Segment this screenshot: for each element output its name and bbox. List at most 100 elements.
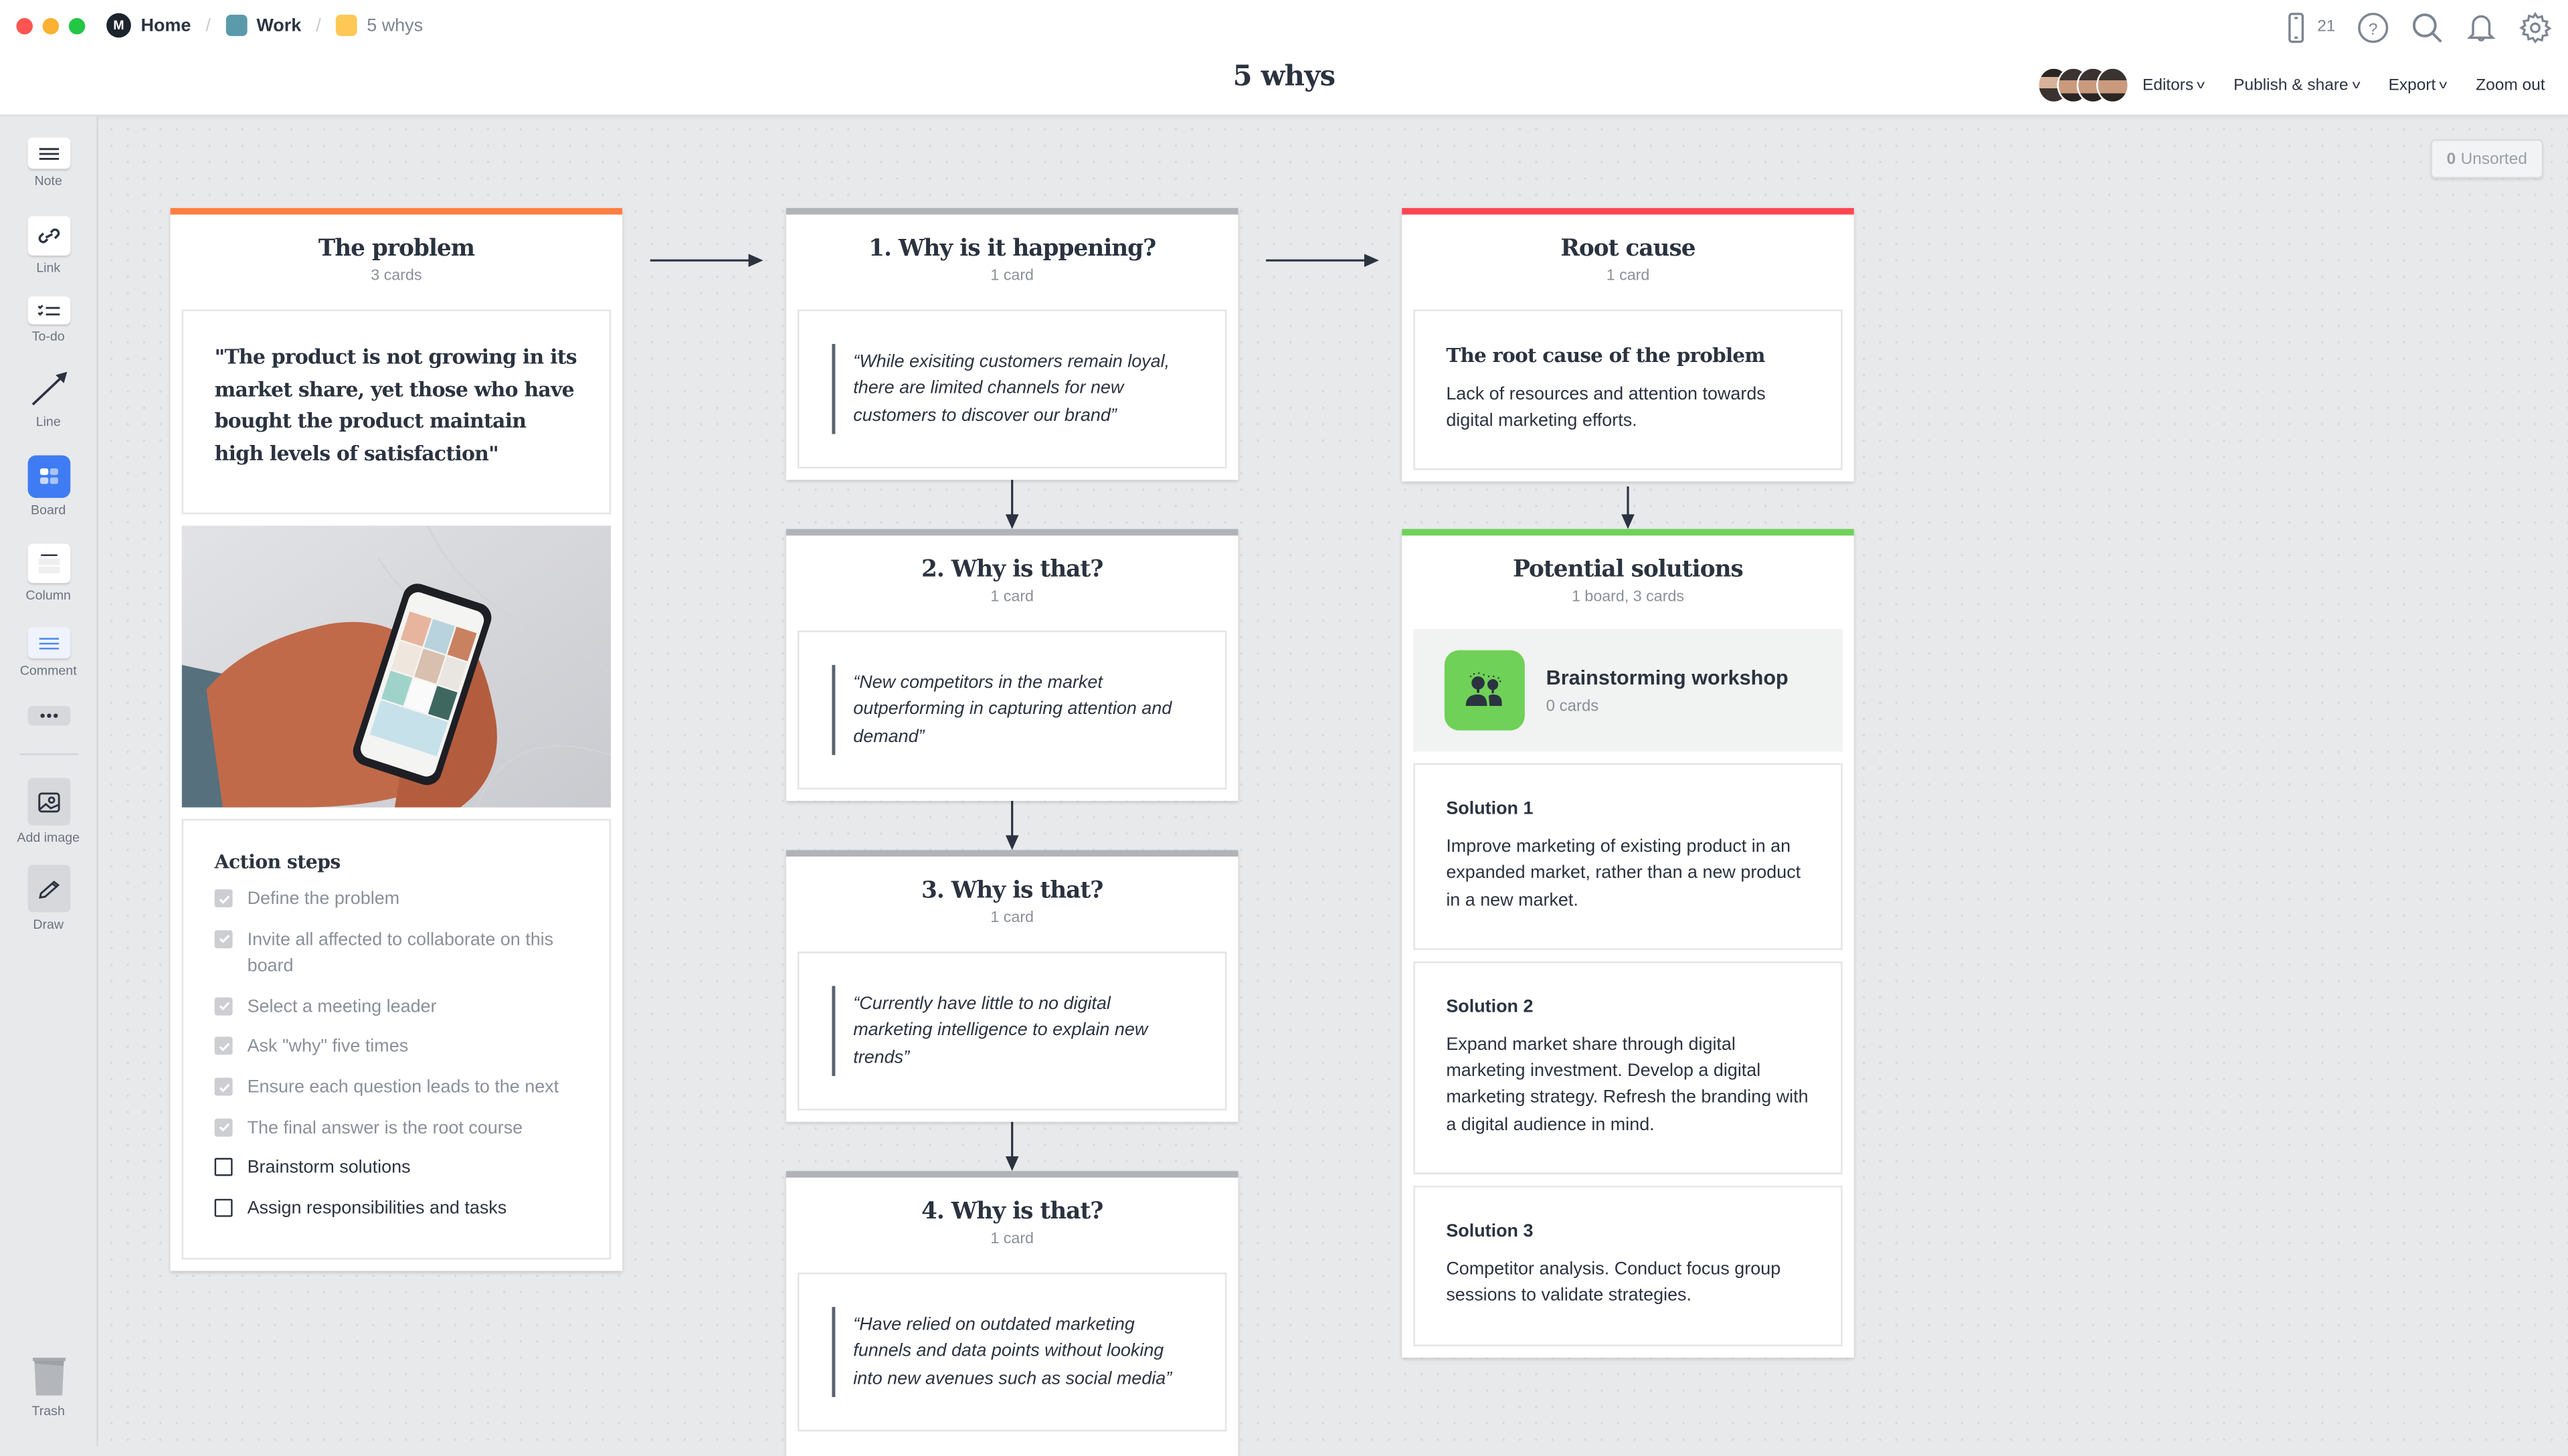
why-answer-card[interactable]: “Currently have little to no digital mar… [798, 951, 1227, 1111]
maximize-window-button[interactable] [68, 17, 86, 35]
tool-add-image-label: Add image [17, 830, 80, 846]
milanote-logo-icon: M [106, 13, 131, 38]
editors-dropdown[interactable]: Editors v [2142, 76, 2205, 94]
connector-arrow[interactable] [1002, 1115, 1022, 1174]
why-answer-card[interactable]: “While exisiting customers remain loyal,… [798, 309, 1227, 468]
tool-comment[interactable]: Comment [0, 627, 96, 678]
connector-arrow[interactable] [1618, 486, 1637, 533]
unsorted-label: Unsorted [2460, 149, 2527, 168]
gear-icon[interactable] [2517, 10, 2551, 44]
checkbox-checked-icon[interactable] [214, 930, 233, 949]
brainstorming-board-card[interactable]: Brainstorming workshop 0 cards [1413, 628, 1843, 752]
search-icon[interactable] [2409, 10, 2444, 44]
zoom-out-button[interactable]: Zoom out [2476, 76, 2545, 94]
phone-icon[interactable] [2280, 10, 2314, 44]
column-why-2[interactable]: 2. Why is that? 1 card “New competitors in… [786, 529, 1239, 801]
connector-arrow[interactable] [1002, 473, 1022, 532]
column-title[interactable]: Potential solutions [1402, 557, 1854, 583]
column-title[interactable]: 1. Why is it happening? [786, 236, 1239, 262]
link-icon [27, 216, 70, 256]
todo-item[interactable]: Brainstorm solutions [214, 1155, 578, 1182]
help-icon[interactable]: ? [2355, 10, 2389, 44]
todo-item[interactable]: Select a meeting leader [214, 994, 578, 1020]
tool-trash[interactable]: Trash [0, 1356, 96, 1419]
export-dropdown[interactable]: Export v [2388, 76, 2448, 94]
unsorted-button[interactable]: 0 Unsorted [2430, 139, 2544, 179]
checkbox-unchecked-icon[interactable] [214, 1158, 233, 1177]
todo-item[interactable]: The final answer is the root course [214, 1115, 578, 1142]
tool-add-image[interactable]: Add image [0, 778, 96, 845]
column-potential-solutions[interactable]: Potential solutions 1 board, 3 cards Bra… [1402, 529, 1854, 1358]
column-title[interactable]: 3. Why is that? [786, 878, 1239, 904]
tool-board[interactable]: Board [0, 455, 96, 517]
column-title[interactable]: 4. Why is that? [786, 1199, 1239, 1225]
column-why-4[interactable]: 4. Why is that? 1 card “Have relied on out… [786, 1171, 1239, 1456]
tool-link[interactable]: Link [0, 216, 96, 275]
minimize-window-button[interactable] [42, 17, 60, 35]
tool-note-label: Note [34, 173, 62, 189]
svg-text:?: ? [2368, 19, 2377, 37]
todo-item[interactable]: Ask "why" five times [214, 1034, 578, 1061]
todo-item[interactable]: Ensure each question leads to the next [214, 1075, 578, 1101]
checkbox-checked-icon[interactable] [214, 890, 233, 908]
checkbox-checked-icon[interactable] [214, 997, 233, 1016]
line-icon [27, 367, 70, 410]
solution-card[interactable]: Solution 1 Improve marketing of existing … [1413, 763, 1843, 950]
header-actions: Editors v Publish & share v Export v Zoo… [2037, 67, 2545, 104]
checkbox-checked-icon[interactable] [214, 1037, 233, 1056]
device-count: 21 [2317, 17, 2336, 36]
why-answer-card[interactable]: “Have relied on outdated marketing funne… [798, 1272, 1227, 1432]
tool-todo-label: To-do [31, 329, 65, 345]
column-count: 1 card [990, 1230, 1034, 1249]
breadcrumb-work[interactable]: Work [225, 15, 301, 36]
column-icon [27, 543, 70, 583]
tool-column[interactable]: Column [0, 543, 96, 603]
connector-arrow[interactable] [1265, 250, 1382, 270]
connector-arrow[interactable] [648, 250, 766, 270]
editor-avatars[interactable] [2037, 67, 2130, 104]
bell-icon[interactable] [2463, 10, 2497, 44]
connector-arrow[interactable] [1002, 794, 1022, 853]
chevron-down-icon: v [2439, 79, 2448, 91]
why-answer-card[interactable]: “New competitors in the market outperfor… [798, 630, 1227, 790]
problem-statement-card[interactable]: "The product is not growing in its marke… [181, 309, 611, 515]
solution-card[interactable]: Solution 2 Expand market share through di… [1413, 961, 1843, 1175]
todo-item[interactable]: Assign responsibilities and tasks [214, 1195, 578, 1222]
column-title[interactable]: The problem [171, 236, 623, 262]
column-root-cause[interactable]: Root cause 1 card The root cause of the … [1402, 207, 1854, 481]
close-window-button[interactable] [16, 17, 33, 35]
tool-note[interactable]: Note [0, 137, 96, 189]
column-problem[interactable]: The problem 3 cards "The product is not … [170, 207, 623, 1272]
publish-share-dropdown[interactable]: Publish & share v [2233, 76, 2360, 94]
breadcrumb-home[interactable]: M Home [106, 13, 191, 38]
board-count: 0 cards [1546, 697, 1599, 715]
chevron-down-icon: v [2197, 79, 2205, 91]
checkbox-checked-icon[interactable] [214, 1077, 233, 1096]
solution-title: Solution 2 [1446, 997, 1534, 1017]
column-title[interactable]: 2. Why is that? [786, 557, 1239, 583]
solution-card[interactable]: Solution 3 Competitor analysis. Conduct f… [1413, 1186, 1843, 1346]
column-why-1[interactable]: 1. Why is it happening? 1 card “While exis… [786, 207, 1239, 480]
export-label: Export [2388, 76, 2436, 94]
why-answer-quote: “Currently have little to no digital mar… [832, 986, 1192, 1076]
note-icon [27, 137, 70, 169]
breadcrumb-current-label: 5 whys [367, 15, 424, 35]
tool-line[interactable]: Line [0, 367, 96, 429]
trash-icon [27, 1356, 70, 1399]
tool-more[interactable] [0, 705, 96, 731]
breadcrumb-current[interactable]: 5 whys [335, 15, 424, 36]
checkbox-checked-icon[interactable] [214, 1117, 233, 1136]
phone-photo-image[interactable] [181, 526, 611, 808]
action-steps-card[interactable]: Action steps Define the problem Invite al… [181, 819, 611, 1261]
todo-item[interactable]: Define the problem [214, 887, 578, 913]
app-window: M Home / Work / 5 whys 5 whys 21 ? Edito… [0, 0, 2568, 1456]
tool-todo[interactable]: To-do [0, 296, 96, 344]
checkbox-unchecked-icon[interactable] [214, 1198, 233, 1217]
todo-item[interactable]: Invite all affected to collaborate on th… [214, 927, 578, 980]
todo-text: Assign responsibilities and tasks [247, 1198, 507, 1218]
column-why-3[interactable]: 3. Why is that? 1 card “Currently have lit… [786, 850, 1239, 1122]
column-title[interactable]: Root cause [1402, 236, 1854, 262]
root-cause-card[interactable]: The root cause of the problem Lack of re… [1413, 309, 1843, 470]
tool-draw[interactable]: Draw [0, 864, 96, 932]
zoom-out-label: Zoom out [2476, 76, 2545, 94]
